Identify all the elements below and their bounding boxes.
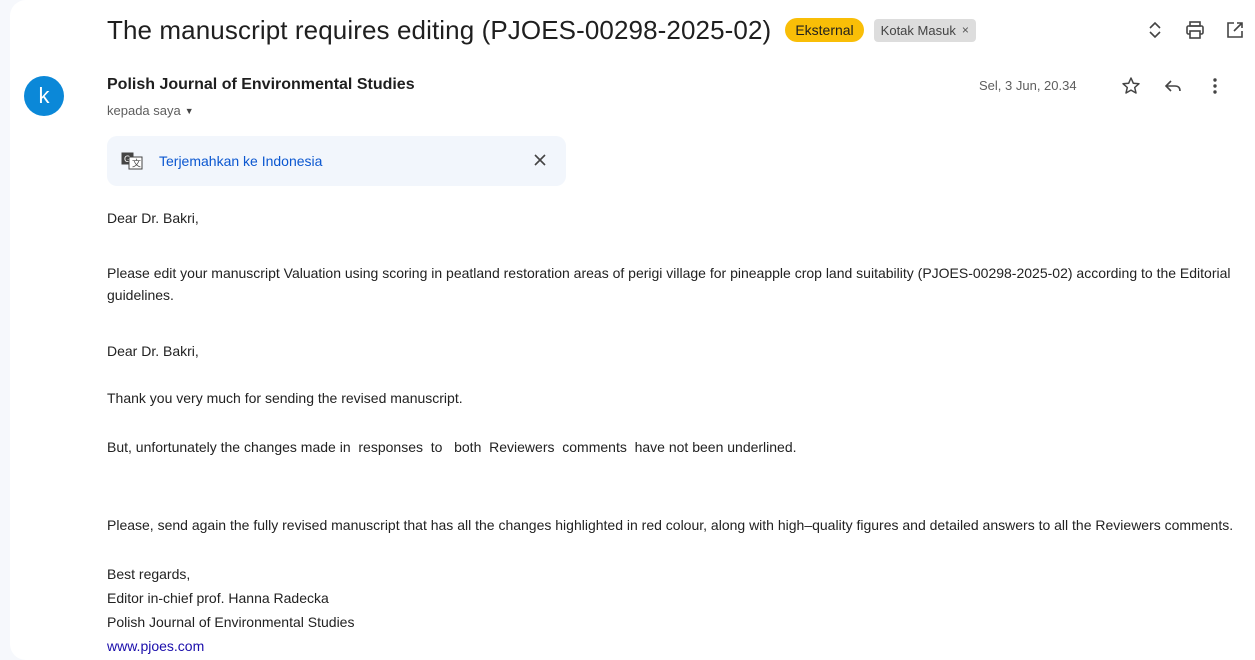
label-inbox[interactable]: Kotak Masuk × — [873, 18, 976, 42]
body-paragraph-3: But, unfortunately the changes made in r… — [107, 439, 797, 455]
recipient-text: kepada saya — [107, 103, 181, 118]
print-icon[interactable] — [1175, 16, 1215, 44]
website-link[interactable]: www.pjoes.com — [107, 635, 1247, 657]
recipient-details[interactable]: kepada saya ▼ — [107, 103, 194, 118]
chevron-down-icon[interactable]: ▼ — [185, 106, 194, 116]
body-paragraph-4: Please, send again the fully revised man… — [107, 517, 1234, 533]
body-closing: Best regards, — [107, 566, 191, 582]
reply-icon[interactable] — [1152, 72, 1194, 100]
label-external[interactable]: Eksternal — [785, 18, 864, 42]
avatar[interactable]: k — [24, 76, 64, 116]
open-in-new-window-icon[interactable] — [1215, 16, 1255, 44]
body-signature-1: Editor in-chief prof. Hanna Radecka — [107, 590, 329, 606]
email-view — [10, 0, 1255, 660]
message-actions — [1110, 72, 1236, 100]
svg-text:文: 文 — [132, 158, 141, 169]
label-inbox-text: Kotak Masuk — [880, 22, 956, 38]
star-icon[interactable] — [1110, 72, 1152, 100]
body-paragraph-2: Thank you very much for sending the revi… — [107, 390, 463, 406]
thread-actions — [1135, 16, 1255, 44]
sender-name[interactable]: Polish Journal of Environmental Studies — [107, 76, 415, 94]
subject-header: The manuscript requires editing (PJOES-0… — [107, 12, 976, 48]
more-options-icon[interactable] — [1194, 72, 1236, 100]
remove-label-icon[interactable]: × — [962, 22, 969, 39]
body-signature-2: Polish Journal of Environmental Studies — [107, 614, 355, 630]
translate-bar: G 文 Terjemahkan ke Indonesia — [107, 136, 566, 186]
body-greeting-2: Dear Dr. Bakri, — [107, 343, 199, 359]
body-paragraph-1: Please edit your manuscript Valuation us… — [107, 265, 1235, 303]
translate-link[interactable]: Terjemahkan ke Indonesia — [159, 153, 322, 169]
translate-icon: G 文 — [121, 152, 143, 170]
body-greeting-1: Dear Dr. Bakri, — [107, 210, 199, 226]
subject-title: The manuscript requires editing (PJOES-0… — [107, 14, 772, 45]
close-icon[interactable] — [530, 150, 550, 170]
message-date: Sel, 3 Jun, 20.34 — [979, 78, 1077, 93]
expand-collapse-icon[interactable] — [1135, 16, 1175, 44]
